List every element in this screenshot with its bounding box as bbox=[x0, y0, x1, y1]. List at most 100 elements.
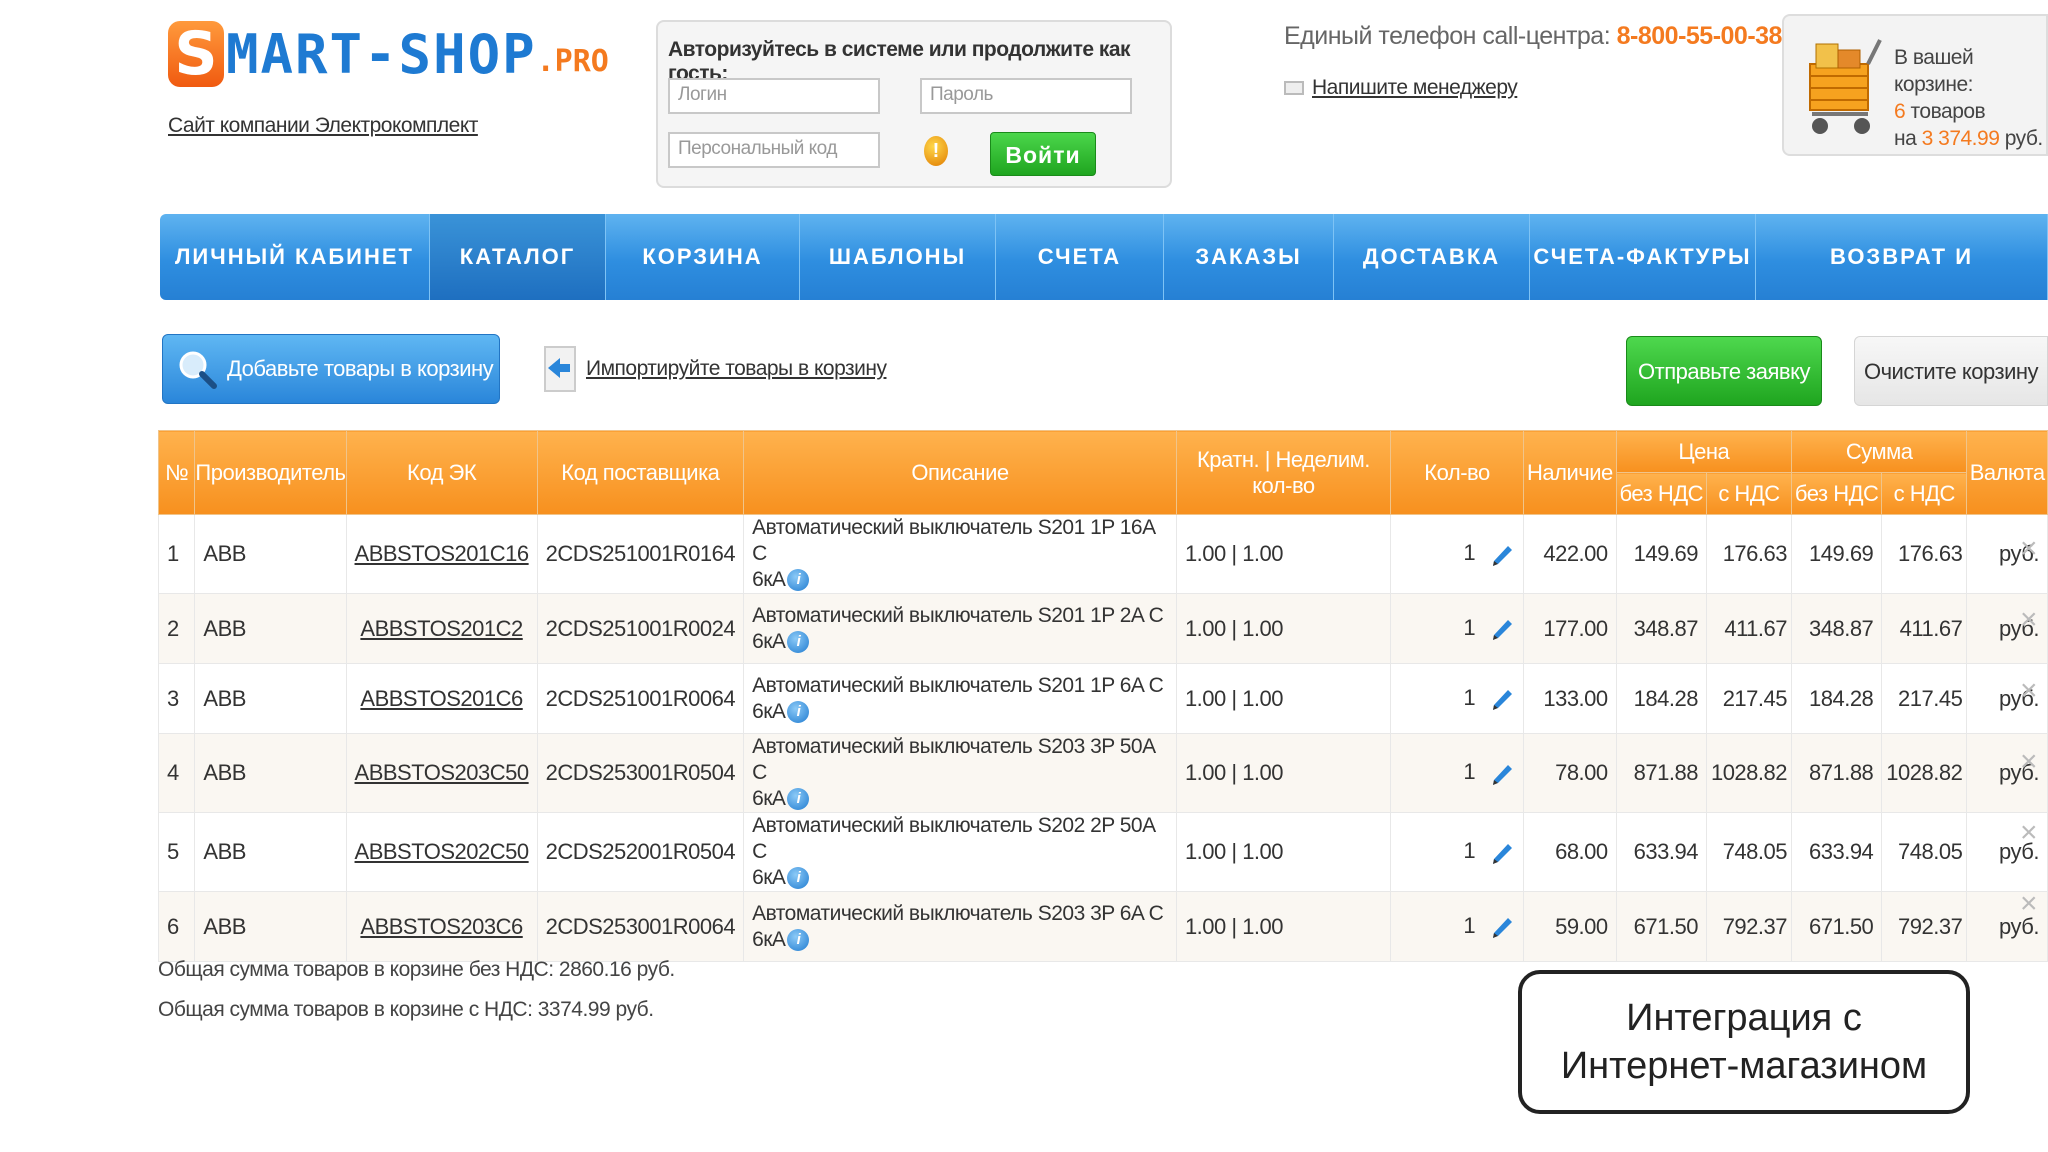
row-sum-with-vat: 411.67 bbox=[1881, 593, 1968, 664]
row-price-no-vat: 149.69 bbox=[1615, 514, 1707, 594]
row-ek-code-link[interactable]: ABBSTOS202C50 bbox=[355, 839, 530, 864]
row-price-with-vat: 217.45 bbox=[1705, 663, 1792, 734]
import-icon bbox=[544, 346, 576, 392]
col-supplier-code: Код поставщика bbox=[536, 430, 745, 515]
info-icon[interactable]: i bbox=[787, 867, 810, 890]
table-row: 2 ABB ABBSTOS201C2 2CDS251001R0024 Автоматич… bbox=[157, 593, 2048, 664]
table-row: 3 ABB ABBSTOS201C6 2CDS251001R0064 Автоматич… bbox=[157, 663, 2048, 734]
row-maker: ABB bbox=[194, 663, 347, 734]
row-description: Автоматический выключатель S201 1P 2A C bbox=[752, 603, 1164, 627]
row-multiplicity: 1.00 | 1.00 bbox=[1175, 663, 1391, 734]
row-sum-no-vat: 149.69 bbox=[1790, 514, 1883, 594]
delete-row-icon[interactable]: × bbox=[2020, 816, 2038, 850]
send-request-button[interactable]: Отправьте заявку bbox=[1626, 336, 1822, 406]
info-icon[interactable]: i bbox=[787, 630, 810, 653]
envelope-icon bbox=[1284, 81, 1304, 95]
personal-code-input[interactable]: Персональный код bbox=[668, 132, 880, 168]
row-description-tail: 6кА bbox=[752, 866, 786, 889]
delete-row-icon[interactable]: × bbox=[2020, 887, 2038, 921]
info-icon[interactable]: i bbox=[787, 700, 810, 723]
logo[interactable]: S MART-SHOP .PRO bbox=[168, 18, 609, 90]
row-ek-code-link[interactable]: ABBSTOS201C16 bbox=[355, 541, 530, 566]
col-sum-no-vat: без НДС bbox=[1790, 472, 1883, 515]
row-stock: 177.00 bbox=[1523, 593, 1617, 664]
delete-row-icon[interactable]: × bbox=[2020, 603, 2038, 637]
row-ek-code-link[interactable]: ABBSTOS201C6 bbox=[360, 686, 523, 711]
clear-cart-button[interactable]: Очистите корзину bbox=[1854, 336, 2048, 406]
edit-pencil-icon[interactable] bbox=[1489, 761, 1515, 787]
col-multiplicity: Кратн. | Неделим. кол-во bbox=[1175, 430, 1391, 515]
nav-tax-invoices[interactable]: СЧЕТА-ФАКТУРЫ bbox=[1530, 214, 1756, 300]
row-sum-no-vat: 348.87 bbox=[1790, 593, 1883, 664]
info-icon[interactable]: i bbox=[787, 928, 810, 951]
add-goods-button[interactable]: Добавьте товары в корзину bbox=[162, 334, 500, 404]
col-sum: Сумма bbox=[1790, 430, 1968, 473]
row-multiplicity: 1.00 | 1.00 bbox=[1175, 733, 1391, 813]
row-description-tail: 6кА bbox=[752, 568, 786, 591]
row-price-with-vat: 411.67 bbox=[1705, 593, 1792, 664]
row-description: Автоматический выключатель S201 1P 16A C bbox=[752, 516, 1155, 565]
col-num: № bbox=[157, 430, 196, 515]
edit-pencil-icon[interactable] bbox=[1489, 686, 1515, 712]
nav-personal-account[interactable]: ЛИЧНЫЙ КАБИНЕТ bbox=[160, 214, 430, 300]
cart-count-suffix: товаров bbox=[1910, 100, 1986, 123]
nav-returns[interactable]: ВОЗВРАТ И НЕДОСТАЧА bbox=[1756, 214, 2048, 355]
nav-templates[interactable]: ШАБЛОНЫ bbox=[800, 214, 996, 300]
delete-row-icon[interactable]: × bbox=[2020, 745, 2038, 779]
row-sum-no-vat: 871.88 bbox=[1790, 733, 1883, 813]
row-ek-code-link[interactable]: ABBSTOS203C50 bbox=[355, 760, 530, 785]
row-description: Автоматический выключатель S201 1P 6A C bbox=[752, 673, 1164, 697]
cart-sum: 3 374.99 bbox=[1921, 127, 2000, 150]
row-ek-code-link[interactable]: ABBSTOS203C6 bbox=[360, 914, 523, 939]
col-price-with-vat: с НДС bbox=[1705, 472, 1792, 515]
row-price-with-vat: 792.37 bbox=[1705, 891, 1792, 962]
add-goods-label: Добавьте товары в корзину bbox=[227, 356, 494, 381]
col-qty: Кол-во bbox=[1389, 430, 1525, 515]
delete-row-icon[interactable]: × bbox=[2020, 674, 2038, 708]
delete-row-icon[interactable]: × bbox=[2020, 532, 2038, 566]
nav-orders[interactable]: ЗАКАЗЫ bbox=[1164, 214, 1334, 300]
total-no-vat: Общая сумма товаров в корзине без НДС: 2… bbox=[158, 958, 675, 981]
row-price-no-vat: 633.94 bbox=[1615, 812, 1707, 892]
phone-label: Единый телефон call-центра: bbox=[1284, 22, 1611, 50]
row-ek-code-link[interactable]: ABBSTOS201C2 bbox=[360, 616, 523, 641]
import-goods[interactable]: Импортируйте товары в корзину bbox=[544, 346, 887, 392]
row-sum-no-vat: 671.50 bbox=[1790, 891, 1883, 962]
row-maker: ABB bbox=[194, 514, 347, 594]
login-button[interactable]: Войти bbox=[990, 132, 1096, 176]
main-nav: ЛИЧНЫЙ КАБИНЕТ КАТАЛОГ КОРЗИНА ШАБЛОНЫ С… bbox=[160, 214, 2048, 355]
login-input[interactable]: Логин bbox=[668, 78, 880, 114]
logo-suffix: .PRO bbox=[536, 43, 609, 79]
nav-invoices[interactable]: СЧЕТА bbox=[996, 214, 1164, 300]
row-price-with-vat: 748.05 bbox=[1705, 812, 1792, 892]
nav-delivery[interactable]: ДОСТАВКА bbox=[1334, 214, 1530, 300]
password-input[interactable]: Пароль bbox=[920, 78, 1132, 114]
row-stock: 422.00 bbox=[1523, 514, 1617, 594]
info-icon[interactable]: i bbox=[787, 569, 810, 592]
row-sum-with-vat: 176.63 bbox=[1881, 514, 1968, 594]
edit-pencil-icon[interactable] bbox=[1489, 914, 1515, 940]
cart-currency: руб. bbox=[2004, 127, 2044, 150]
callout-line-2: Интернет-магазином bbox=[1560, 1045, 1928, 1087]
row-description: Автоматический выключатель S203 3P 50A C bbox=[752, 735, 1155, 784]
import-goods-link[interactable]: Импортируйте товары в корзину bbox=[586, 357, 887, 381]
company-site-link[interactable]: Сайт компании Электрокомплект bbox=[168, 114, 478, 138]
col-stock: Наличие bbox=[1523, 430, 1617, 515]
row-description-tail: 6кА bbox=[752, 927, 786, 951]
info-icon[interactable]: i bbox=[787, 788, 810, 811]
write-manager-link[interactable]: Напишите менеджеру bbox=[1312, 76, 1518, 100]
nav-cart[interactable]: КОРЗИНА bbox=[606, 214, 800, 300]
edit-pencil-icon[interactable] bbox=[1489, 542, 1515, 568]
row-num: 2 bbox=[157, 593, 196, 664]
row-maker: ABB bbox=[194, 733, 347, 813]
row-stock: 78.00 bbox=[1523, 733, 1617, 813]
nav-catalog[interactable]: КАТАЛОГ bbox=[430, 214, 606, 300]
cart-summary[interactable]: В вашей корзине: 6 товаров на 3 374.99 р… bbox=[1782, 14, 2048, 156]
row-qty: 1 bbox=[1463, 838, 1476, 864]
edit-pencil-icon[interactable] bbox=[1489, 840, 1515, 866]
edit-pencil-icon[interactable] bbox=[1489, 616, 1515, 642]
shopping-cart-icon bbox=[1809, 39, 1882, 134]
login-panel: Авторизуйтесь в системе или продолжите к… bbox=[656, 20, 1172, 188]
hint-icon[interactable]: ! bbox=[924, 136, 948, 166]
cart-text: В вашей корзине: 6 товаров на 3 374.99 р… bbox=[1894, 44, 2046, 152]
